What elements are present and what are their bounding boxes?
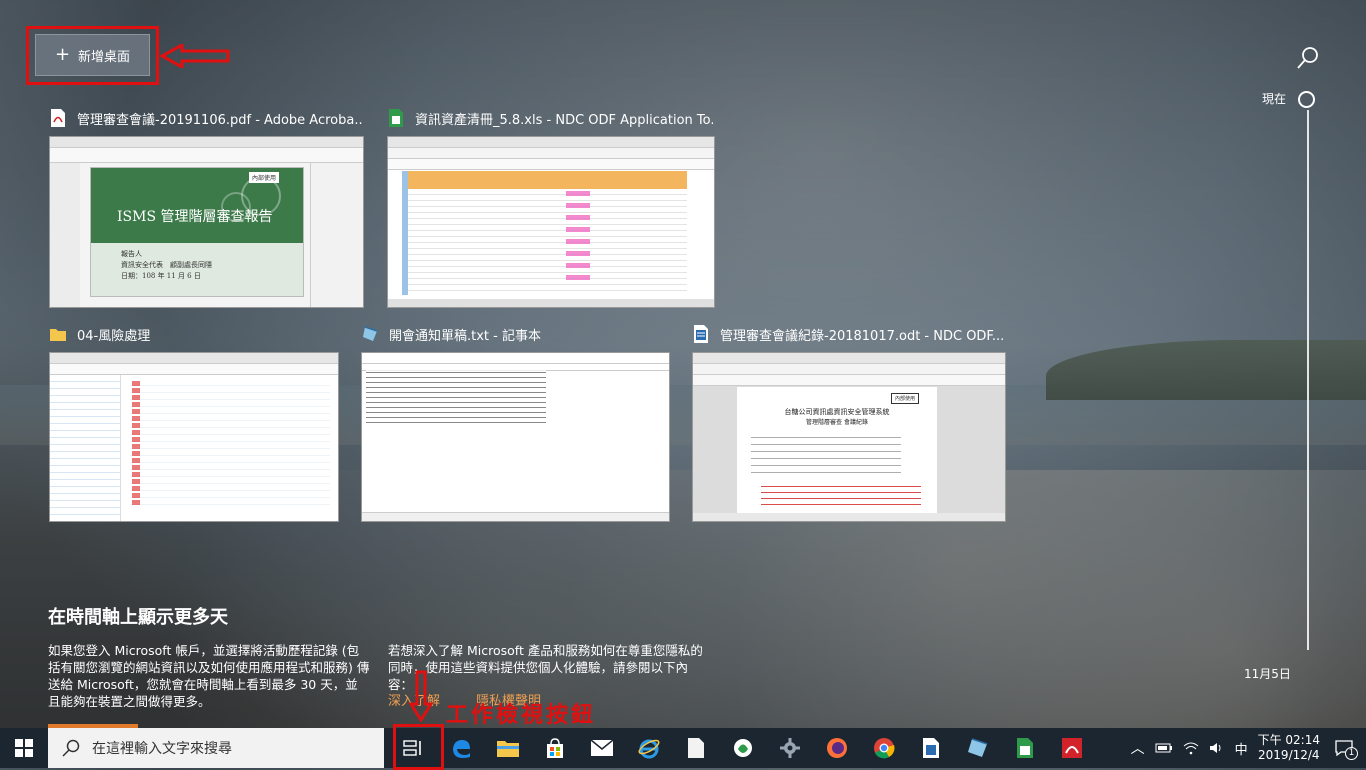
battery-icon[interactable]	[1155, 742, 1173, 754]
annotation-note: 工作檢視按鈕	[446, 702, 597, 728]
firefox-icon[interactable]	[813, 728, 860, 768]
window-card-folder[interactable]: 04-風險處理	[49, 322, 339, 522]
notification-count: 1	[1345, 747, 1358, 760]
slide-reporter: 報告人	[121, 250, 142, 258]
acrobat-icon[interactable]	[1048, 728, 1095, 768]
window-title: 管理審查會議-20191106.pdf - Adobe Acroba...	[77, 112, 362, 128]
gear-app-icon[interactable]	[766, 728, 813, 768]
ime-indicator[interactable]: 中	[1235, 739, 1248, 758]
window-thumbnail	[49, 352, 339, 522]
start-button[interactable]	[0, 728, 48, 768]
system-tray: ︿ 中 下午 02:14 2019/12/4 1	[1131, 733, 1366, 763]
promo-right-text: 若想深入了解 Microsoft 產品和服務如何在尊重您隱私的同時，使用這些資料…	[388, 643, 703, 692]
window-card-spreadsheet[interactable]: 資訊資產清冊_5.8.xls - NDC ODF Application To.…	[387, 106, 715, 308]
speaker-icon[interactable]	[1209, 741, 1225, 755]
timeline-now-label: 現在	[1262, 92, 1287, 106]
notification-center-button[interactable]: 1	[1330, 734, 1358, 762]
slide-line2: 日期：108 年 11 月 6 日	[121, 272, 201, 280]
writer-icon[interactable]	[907, 728, 954, 768]
window-title: 04-風險處理	[77, 328, 151, 344]
notepad-taskbar-icon[interactable]	[954, 728, 1001, 768]
chrome-icon[interactable]	[860, 728, 907, 768]
window-thumbnail	[361, 352, 670, 522]
spreadsheet-icon	[387, 108, 405, 128]
promo-left-text: 如果您登入 Microsoft 帳戶，並選擇將活動歷程記錄 (包括有關您瀏覽的網…	[48, 643, 370, 709]
window-thumbnail: 內部使用 ISMS 管理階層審查報告 報告人 資訊安全代表 顧副處長同隱 日期：…	[49, 136, 364, 308]
mail-icon[interactable]	[578, 728, 625, 768]
clock-time: 下午 02:14	[1257, 733, 1320, 747]
green-app-icon[interactable]	[719, 728, 766, 768]
taskbar: 在這裡輸入文字來搜尋 ︿ 中 下午 02:14 2019/12/4 1	[0, 728, 1366, 768]
window-title: 開會通知單稿.txt - 記事本	[389, 328, 541, 344]
search-placeholder: 在這裡輸入文字來搜尋	[92, 741, 232, 757]
windows-logo-icon	[15, 739, 33, 757]
pdf-icon	[49, 108, 67, 128]
taskbar-search-box[interactable]: 在這裡輸入文字來搜尋	[48, 728, 384, 768]
slide-line1: 資訊安全代表 顧副處長同隱	[121, 261, 212, 269]
promo-title: 在時間軸上顯示更多天	[48, 607, 228, 628]
chevron-up-icon[interactable]: ︿	[1131, 738, 1145, 758]
wifi-icon[interactable]	[1183, 741, 1199, 755]
window-thumbnail	[387, 136, 715, 308]
window-card-pdf[interactable]: 管理審查會議-20191106.pdf - Adobe Acroba... 內部…	[49, 106, 364, 308]
notepad-icon	[361, 324, 379, 344]
window-card-notepad[interactable]: 開會通知單稿.txt - 記事本	[361, 322, 670, 522]
annotation-box-task-view	[393, 724, 444, 770]
clock[interactable]: 下午 02:14 2019/12/4	[1258, 733, 1320, 763]
annotation-arrow-down	[408, 670, 434, 722]
folder-icon	[49, 324, 67, 344]
window-title: 管理審查會議紀錄-20181017.odt - NDC ODF...	[720, 328, 1004, 344]
doc-heading: 台糖公司資訊處資訊安全管理系統	[784, 408, 890, 416]
blank-file-icon[interactable]	[672, 728, 719, 768]
search-icon	[62, 739, 80, 757]
slide-stamp: 內部使用	[248, 172, 279, 183]
window-title: 資訊資產清冊_5.8.xls - NDC ODF Application To.…	[415, 112, 713, 128]
annotation-arrow-left	[160, 44, 230, 68]
window-thumbnail: 內部使用 台糖公司資訊處資訊安全管理系統 管理階層審查 會議紀錄	[692, 352, 1006, 522]
window-card-document[interactable]: 管理審查會議紀錄-20181017.odt - NDC ODF... 內部使用 …	[692, 322, 1006, 522]
annotation-box-new-desktop	[26, 26, 159, 85]
clock-date: 2019/12/4	[1258, 748, 1320, 762]
timeline-handle[interactable]	[1298, 91, 1315, 108]
doc-subheading: 管理階層審查 會議紀錄	[806, 419, 868, 426]
document-icon	[692, 324, 710, 344]
timeline-search-icon[interactable]	[1296, 46, 1320, 70]
file-explorer-icon[interactable]	[484, 728, 531, 768]
calc-icon[interactable]	[1001, 728, 1048, 768]
background-hill	[1046, 340, 1366, 400]
timeline-date-label: 11月5日	[1244, 667, 1291, 681]
store-icon[interactable]	[531, 728, 578, 768]
slide-title: ISMS 管理階層審查報告	[117, 209, 273, 225]
timeline-scrollbar[interactable]	[1307, 110, 1309, 650]
ie-icon[interactable]	[625, 728, 672, 768]
edge-icon[interactable]	[437, 728, 484, 768]
